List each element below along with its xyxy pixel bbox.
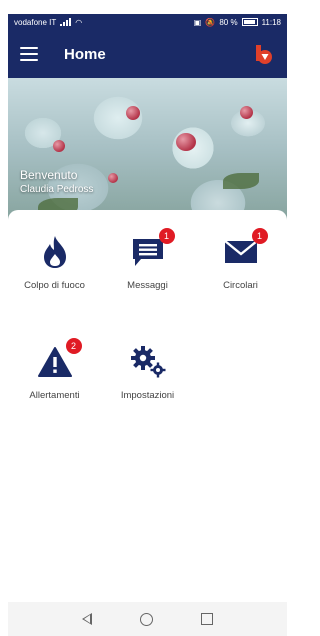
- system-nav-bar: [8, 602, 287, 636]
- tile-label: Circolari: [223, 280, 258, 291]
- tile-label: Colpo di fuoco: [24, 280, 85, 291]
- tile-circolari[interactable]: 1 Circolari: [194, 228, 287, 312]
- battery-icon: [241, 18, 258, 26]
- nfc-icon: ▣: [193, 17, 202, 27]
- warning-icon: [37, 347, 72, 377]
- mute-icon: 🔕: [205, 17, 216, 27]
- flame-icon: [43, 236, 66, 268]
- app-logo: [253, 43, 275, 65]
- back-icon[interactable]: [82, 613, 92, 625]
- tile-colpo-di-fuoco[interactable]: Colpo di fuoco: [8, 232, 101, 312]
- user-name: Claudia Pedross: [20, 184, 94, 195]
- menu-sheet: Colpo di fuoco 1 Messaggi 1 Circolari 2 …: [8, 210, 287, 602]
- carrier-label: vodafone IT: [14, 17, 57, 27]
- status-bar: vodafone IT ◠ ▣ 🔕 80 % 11:18: [8, 14, 287, 30]
- envelope-icon: [223, 240, 258, 263]
- wifi-icon: ◠: [75, 17, 83, 27]
- greeting-text: Benvenuto: [20, 168, 78, 182]
- tile-label: Impostazioni: [120, 390, 175, 401]
- tile-label: Messaggi: [127, 280, 168, 291]
- unread-badge: 1: [251, 228, 268, 244]
- clock: 11:18: [261, 17, 281, 27]
- hamburger-icon[interactable]: [20, 47, 38, 61]
- signal-icon: [60, 18, 72, 26]
- gears-icon: [130, 346, 165, 378]
- tile-allertamenti[interactable]: 2 Allertamenti: [8, 338, 101, 422]
- home-icon[interactable]: [140, 612, 153, 626]
- tile-messaggi[interactable]: 1 Messaggi: [101, 228, 194, 312]
- recent-apps-icon[interactable]: [201, 613, 213, 625]
- welcome-block: Benvenuto Claudia Pedross: [20, 168, 93, 195]
- unread-badge: 1: [158, 228, 175, 244]
- alert-badge: 2: [65, 338, 82, 354]
- app-bar: Home: [8, 30, 287, 78]
- page-title: Home: [64, 45, 106, 63]
- tile-impostazioni[interactable]: Impostazioni: [101, 342, 194, 422]
- tile-label: Allertamenti: [29, 390, 80, 401]
- battery-percent: 80 %: [219, 17, 238, 27]
